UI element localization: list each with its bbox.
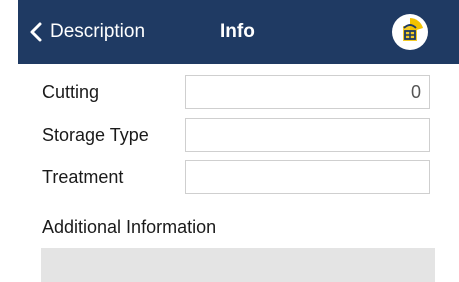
cutting-field[interactable]: [185, 75, 430, 109]
logo-icon: [393, 15, 427, 49]
back-button-label: Description: [50, 21, 146, 42]
page-title: Info: [220, 21, 255, 42]
additional-information-label: Additional Information: [42, 216, 217, 237]
storage-type-row: Storage Type: [42, 118, 430, 152]
chevron-left-icon: [26, 21, 48, 43]
storage-type-label: Storage Type: [42, 124, 149, 145]
back-button[interactable]: Description: [26, 0, 145, 64]
treatment-label: Treatment: [42, 166, 124, 187]
logo-button[interactable]: [392, 14, 428, 50]
storage-type-field[interactable]: [185, 118, 430, 152]
cutting-label: Cutting: [42, 81, 100, 102]
treatment-field[interactable]: [185, 160, 430, 194]
info-screen: Description Info Cutting Storage Type Tr…: [0, 0, 459, 282]
treatment-row: Treatment: [42, 160, 430, 194]
cutting-row: Cutting: [42, 75, 430, 109]
additional-information-field[interactable]: [41, 248, 435, 282]
navigation-bar: Description Info: [18, 0, 459, 64]
